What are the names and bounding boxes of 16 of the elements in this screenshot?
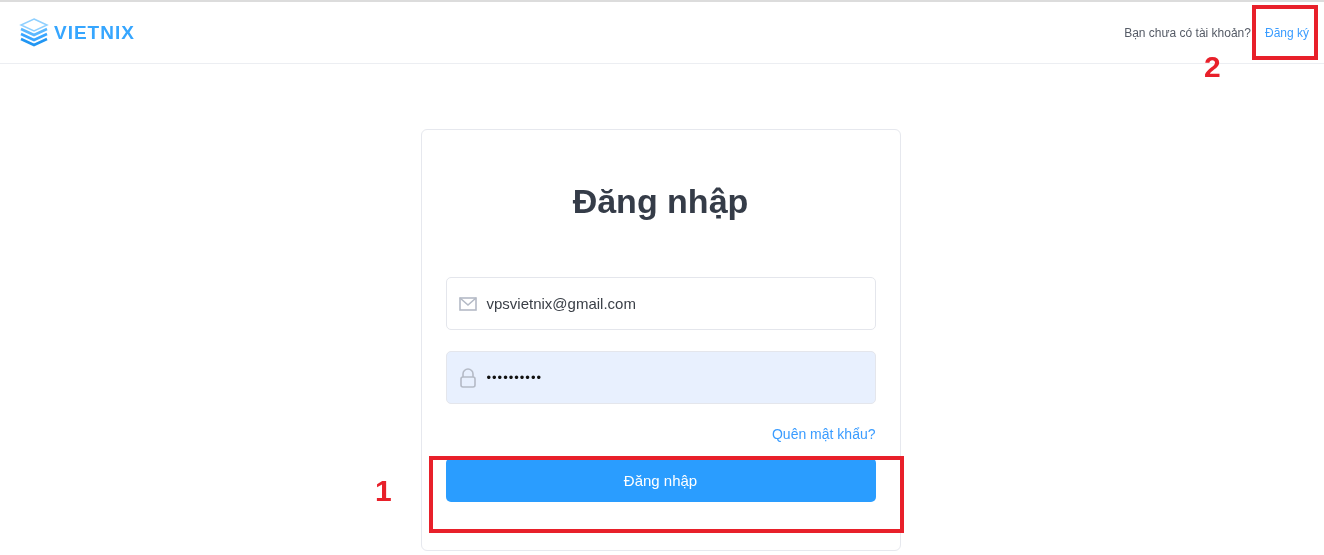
- logo-text: VIETNIX: [54, 21, 135, 44]
- email-field[interactable]: vpsvietnix@gmail.com: [445, 277, 876, 330]
- highlight-frame: [1252, 5, 1318, 60]
- login-title: Đăng nhập: [571, 182, 750, 221]
- lock-icon: [458, 367, 477, 388]
- step-number: 1: [375, 474, 392, 508]
- signup-prompt: Bạn chưa có tài khoản?: [1124, 25, 1251, 40]
- password-field[interactable]: ••••••••••: [445, 351, 876, 404]
- login-button[interactable]: Đăng nhập: [445, 458, 876, 502]
- step-number: 2: [1204, 50, 1221, 84]
- masked-password: ••••••••••: [486, 370, 542, 385]
- signup-link[interactable]: Đăng ký: [1264, 25, 1309, 40]
- envelope-icon: [458, 296, 477, 311]
- forgot-password-link[interactable]: Quên mật khẩu?: [772, 426, 876, 442]
- logo-icon: [18, 16, 50, 49]
- email-value: vpsvietnix@gmail.com: [486, 295, 636, 312]
